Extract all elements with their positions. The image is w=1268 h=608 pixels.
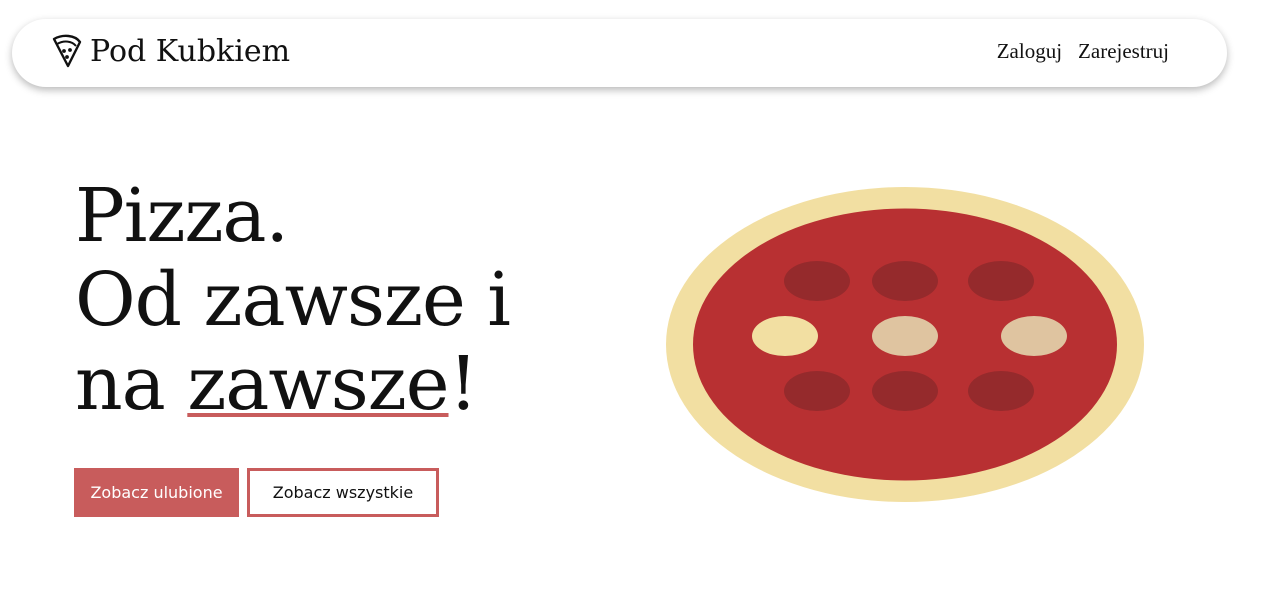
pizza-slice-icon <box>52 34 82 68</box>
cheese-topping <box>872 316 938 356</box>
login-link[interactable]: Zaloguj <box>997 39 1062 64</box>
see-favorites-button[interactable]: Zobacz ulubione <box>74 468 239 517</box>
pepperoni-topping <box>784 371 850 411</box>
see-all-button[interactable]: Zobacz wszystkie <box>247 468 439 517</box>
pepperoni-topping <box>784 261 850 301</box>
pepperoni-topping <box>968 261 1034 301</box>
brand-logo-link[interactable]: Pod Kubkiem <box>50 29 290 73</box>
navbar: Pod Kubkiem Zaloguj Zarejestruj <box>12 19 1227 87</box>
pizza-illustration <box>666 187 1144 502</box>
hero-line-3-suffix: ! <box>448 341 479 427</box>
nav-links: Zaloguj Zarejestruj <box>997 39 1169 64</box>
hero-underlined-word: zawsze <box>187 341 449 427</box>
brand-name: Pod Kubkiem <box>90 33 291 69</box>
pepperoni-topping <box>968 371 1034 411</box>
cheese-topping <box>1001 316 1067 356</box>
cheese-topping <box>752 316 818 356</box>
register-link[interactable]: Zarejestruj <box>1078 39 1169 64</box>
hero-line-1: Pizza. <box>75 173 289 259</box>
hero-line-3-prefix: na <box>75 341 188 427</box>
hero-line-3: na zawsze! <box>75 342 510 426</box>
pepperoni-topping <box>872 371 938 411</box>
hero-title: Pizza. Od zawsze i na zawsze! <box>75 173 511 426</box>
hero-buttons: Zobacz ulubione Zobacz wszystkie <box>74 468 439 517</box>
hero-line-2: Od zawsze i <box>75 257 511 343</box>
pepperoni-topping <box>872 261 938 301</box>
